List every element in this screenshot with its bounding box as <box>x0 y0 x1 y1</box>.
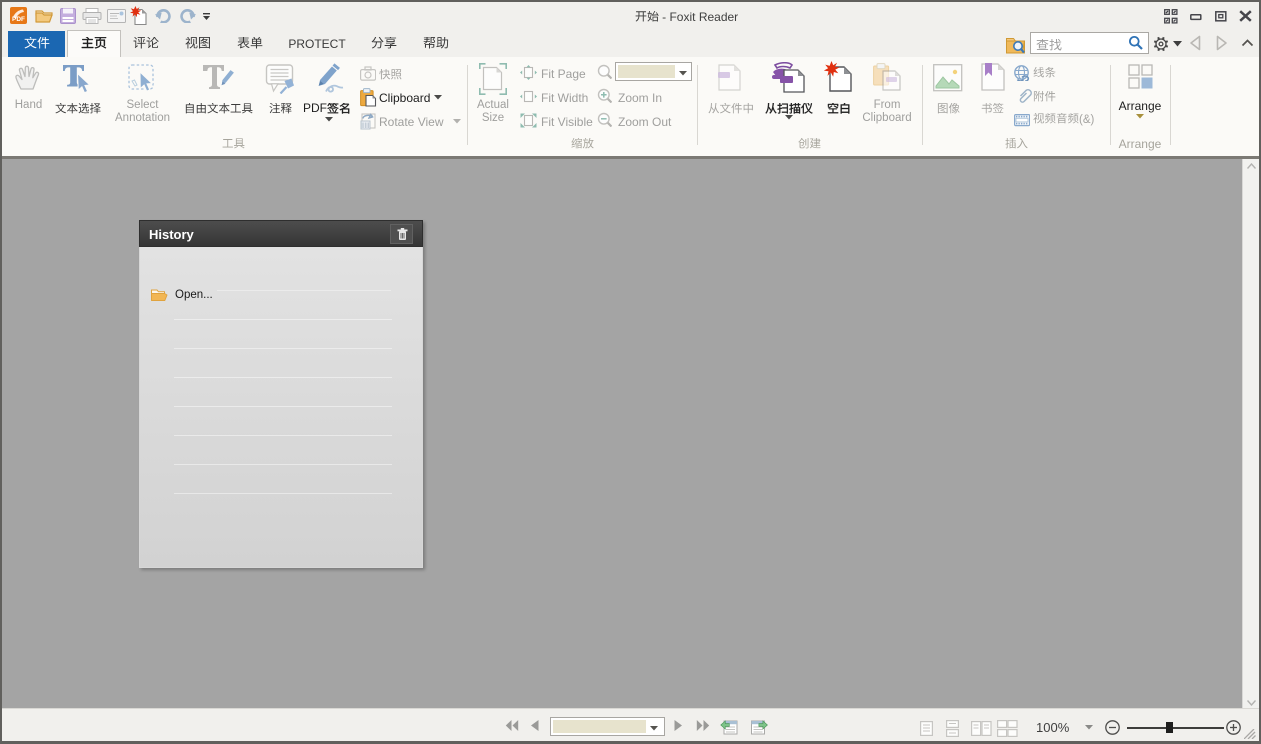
svg-text:PDF: PDF <box>12 16 25 23</box>
